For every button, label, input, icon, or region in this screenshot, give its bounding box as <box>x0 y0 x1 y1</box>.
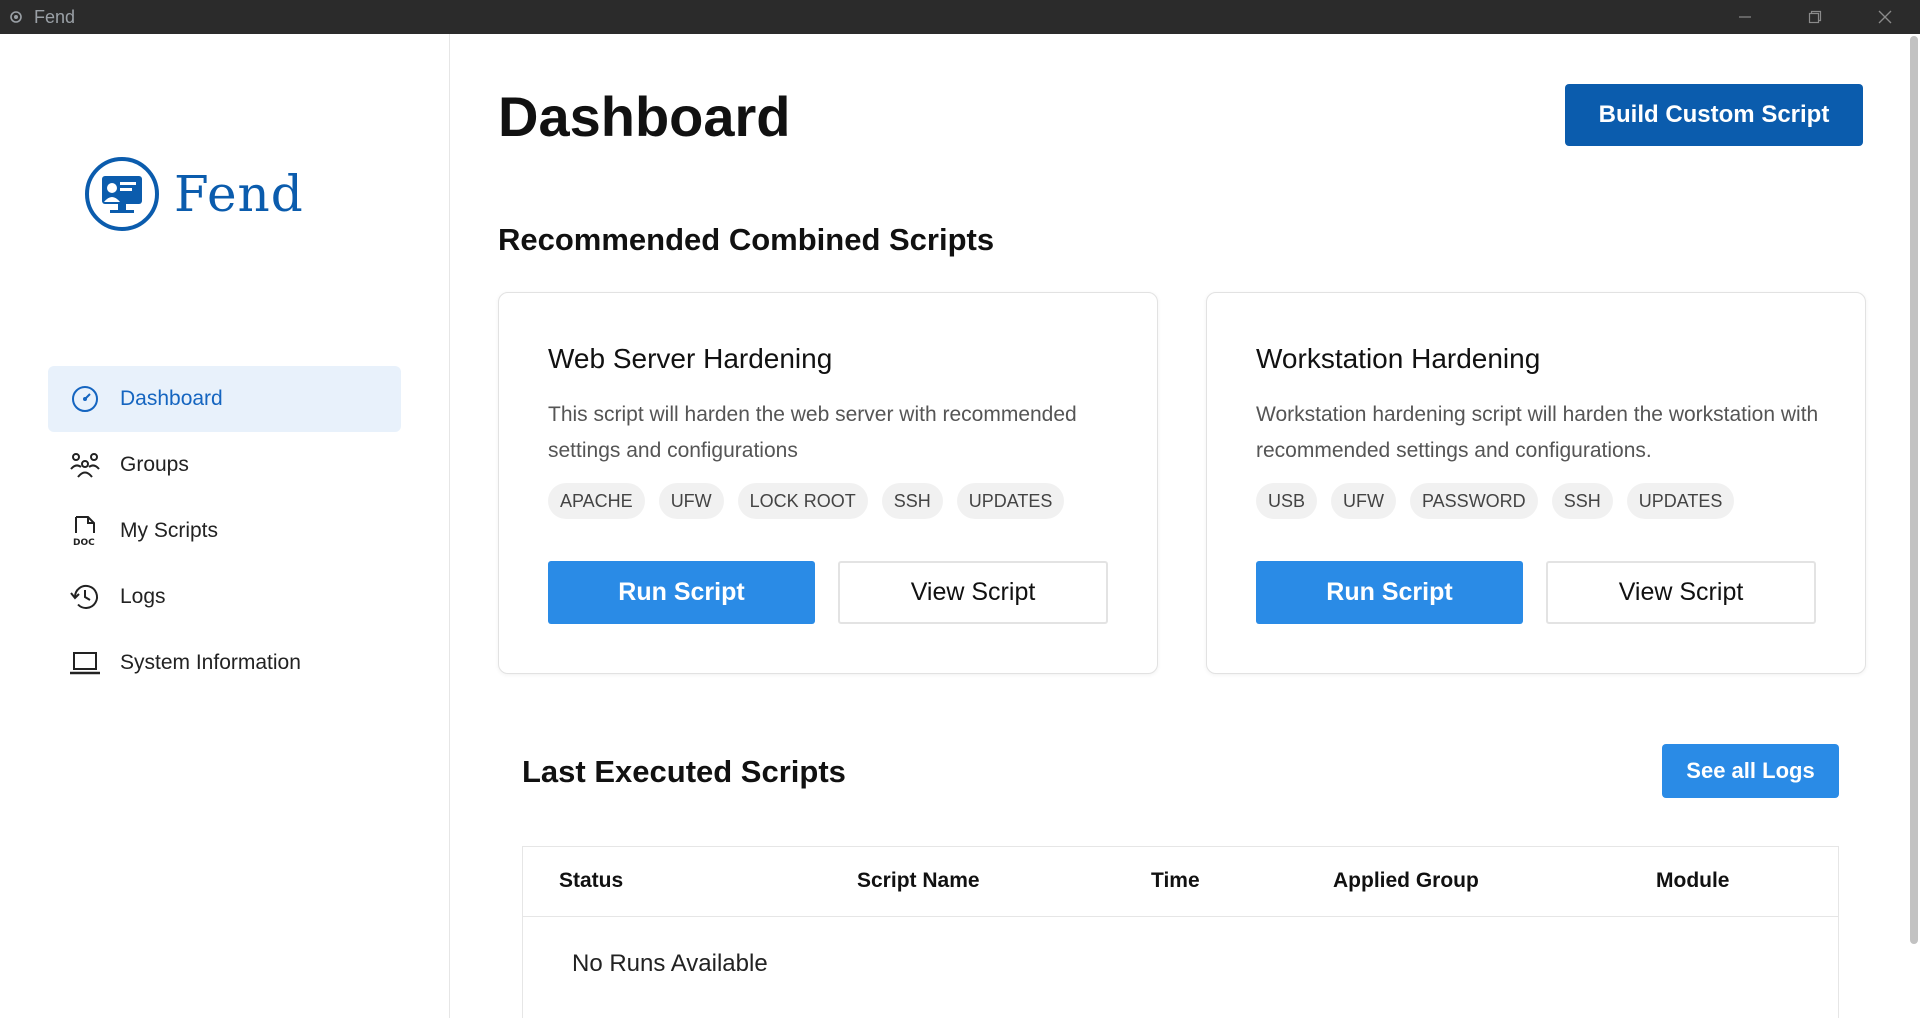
card-title: Workstation Hardening <box>1256 343 1541 374</box>
window-title: Fend <box>34 6 76 27</box>
script-card-workstation: Workstation Hardening Workstation harden… <box>1206 292 1866 674</box>
history-icon <box>68 580 102 614</box>
column-header-script-name: Script Name <box>857 869 980 892</box>
tag: APACHE <box>548 483 645 519</box>
build-custom-script-button[interactable]: Build Custom Script <box>1565 84 1863 146</box>
card-description: Workstation hardening script will harden… <box>1256 403 1819 462</box>
brand-logo: Fend <box>84 156 304 232</box>
sidebar-item-label: System Information <box>120 651 301 674</box>
sidebar-item-system-information[interactable]: System Information <box>48 630 401 696</box>
column-header-module: Module <box>1656 869 1730 892</box>
svg-text:DOC: DOC <box>73 538 95 547</box>
script-card-web-server: Web Server Hardening This script will ha… <box>498 292 1158 674</box>
tag: UPDATES <box>956 483 1065 519</box>
sidebar-item-logs[interactable]: Logs <box>48 564 401 630</box>
empty-state-text: No Runs Available <box>572 950 768 977</box>
brand-name: Fend <box>174 165 304 223</box>
tag-list: APACHE UFW LOCK ROOT SSH UPDATES <box>548 483 1065 519</box>
sidebar: Fend Dashboard Groups DOC My Scripts Log… <box>0 34 450 1018</box>
view-script-button[interactable]: View Script <box>1546 561 1816 624</box>
vertical-scrollbar[interactable] <box>1903 34 1920 1018</box>
table-header: Status Script Name Time Applied Group Mo… <box>523 847 1838 917</box>
sidebar-item-groups[interactable]: Groups <box>48 432 401 498</box>
card-title: Web Server Hardening <box>548 343 833 374</box>
page-title: Dashboard <box>498 85 791 148</box>
recommended-section-title: Recommended Combined Scripts <box>498 222 995 257</box>
sidebar-item-dashboard[interactable]: Dashboard <box>48 366 401 432</box>
tag: UFW <box>658 483 724 519</box>
tag: PASSWORD <box>1410 483 1538 519</box>
minimize-icon <box>1739 16 1751 18</box>
tag: LOCK ROOT <box>737 483 868 519</box>
fend-logo-icon <box>85 157 159 231</box>
close-icon <box>1878 10 1892 24</box>
sidebar-item-label: My Scripts <box>120 519 219 542</box>
tag: USB <box>1256 483 1318 519</box>
users-icon <box>68 448 102 482</box>
sidebar-nav: Dashboard Groups DOC My Scripts Logs Sys… <box>48 366 401 696</box>
last-executed-title: Last Executed Scripts <box>522 754 846 789</box>
column-header-time: Time <box>1151 869 1200 892</box>
tag: SSH <box>1551 483 1613 519</box>
sidebar-item-label: Dashboard <box>120 387 223 410</box>
app-gear-icon <box>6 7 26 27</box>
restore-icon <box>1808 10 1822 24</box>
run-script-button[interactable]: Run Script <box>1256 561 1523 624</box>
view-script-button[interactable]: View Script <box>838 561 1108 624</box>
close-button[interactable] <box>1850 0 1920 34</box>
tag: UPDATES <box>1626 483 1735 519</box>
minimize-button[interactable] <box>1710 0 1780 34</box>
card-description: This script will harden the web server w… <box>548 403 1077 462</box>
column-header-status: Status <box>559 869 624 892</box>
tag-list: USB UFW PASSWORD SSH UPDATES <box>1256 483 1735 519</box>
sidebar-item-label: Groups <box>120 453 189 476</box>
doc-file-icon: DOC <box>68 514 102 548</box>
restore-button[interactable] <box>1780 0 1850 34</box>
gauge-icon <box>68 382 102 416</box>
sidebar-item-my-scripts[interactable]: DOC My Scripts <box>48 498 401 564</box>
laptop-icon <box>68 646 102 680</box>
window-titlebar: Fend <box>0 0 1920 34</box>
see-all-logs-button[interactable]: See all Logs <box>1662 744 1839 798</box>
tag: SSH <box>881 483 943 519</box>
sidebar-item-label: Logs <box>120 585 166 608</box>
scrollbar-thumb[interactable] <box>1910 36 1918 944</box>
tag: UFW <box>1331 483 1396 519</box>
column-header-applied-group: Applied Group <box>1333 869 1479 892</box>
run-script-button[interactable]: Run Script <box>548 561 815 624</box>
main-content: Dashboard Build Custom Script Recommende… <box>451 34 1903 1018</box>
runs-table: Status Script Name Time Applied Group Mo… <box>522 846 1839 1018</box>
